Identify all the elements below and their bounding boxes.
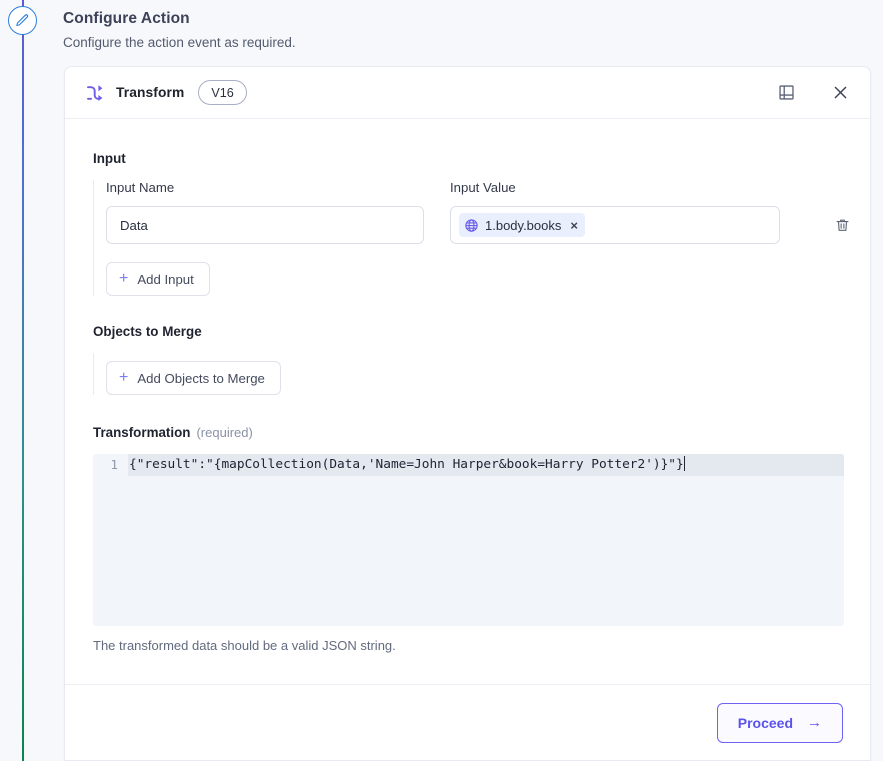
close-icon[interactable] <box>828 81 852 105</box>
card-header: Transform V16 <box>65 67 870 119</box>
add-objects-to-merge-label: Add Objects to Merge <box>137 370 265 386</box>
value-token-label: 1.body.books <box>485 217 562 233</box>
merge-section-title: Objects to Merge <box>93 324 202 339</box>
code-line-number: 1 <box>110 457 118 472</box>
screen-root: Configure Action Configure the action ev… <box>0 0 883 761</box>
code-text: {"result":"{mapCollection(Data,'Name=Joh… <box>129 457 684 472</box>
plus-icon: + <box>119 270 129 287</box>
proceed-label: Proceed <box>737 714 793 731</box>
trash-icon[interactable] <box>834 214 851 236</box>
text-caret <box>683 456 685 471</box>
transformation-required-note: (required) <box>196 425 253 440</box>
proceed-button[interactable]: Proceed → <box>716 702 843 743</box>
transformation-helper-text: The transformed data should be a valid J… <box>93 638 396 653</box>
book-icon[interactable] <box>774 81 798 105</box>
arrow-right-icon: → <box>807 714 822 731</box>
input-section-title: Input <box>93 151 126 166</box>
merge-section-body: + Add Objects to Merge <box>93 353 842 395</box>
globe-icon <box>464 218 479 233</box>
input-section-body: Input Name Data Input Value 1.body.books… <box>93 180 849 296</box>
input-name-field[interactable]: Data <box>106 206 424 244</box>
input-value-field[interactable]: 1.body.books × <box>450 206 780 244</box>
transformation-section-title: Transformation (required) <box>93 425 842 440</box>
input-row: Input Name Data Input Value 1.body.books… <box>106 180 849 244</box>
input-value-field-group: Input Value 1.body.books × <box>450 180 780 244</box>
page-header: Configure Action Configure the action ev… <box>63 8 663 52</box>
step-rail <box>0 0 46 761</box>
value-token-remove-icon[interactable]: × <box>570 219 578 232</box>
code-line: 1 {"result":"{mapCollection(Data,'Name=J… <box>93 454 844 476</box>
step-node-edit[interactable] <box>8 6 37 35</box>
card-header-actions <box>774 81 852 105</box>
card-footer: Proceed → <box>65 684 870 760</box>
transform-title: Transform <box>116 85 185 100</box>
input-value-label: Input Value <box>450 180 516 195</box>
add-input-label: Add Input <box>137 271 194 287</box>
input-name-label: Input Name <box>106 180 175 195</box>
page-title: Configure Action <box>63 10 190 27</box>
page-subtitle: Configure the action event as required. <box>63 35 296 50</box>
add-input-button[interactable]: + Add Input <box>106 262 210 296</box>
add-objects-to-merge-button[interactable]: + Add Objects to Merge <box>106 361 281 395</box>
transform-icon <box>85 83 105 103</box>
configure-action-card: Transform V16 Input Input Name Data Inpu… <box>64 66 871 761</box>
transformation-label: Transformation <box>93 425 191 440</box>
card-body: Input Input Name Data Input Value 1.body… <box>65 119 870 731</box>
rail-gradient-line <box>22 0 24 761</box>
input-name-field-group: Input Name Data <box>106 180 424 244</box>
pencil-icon <box>15 13 30 28</box>
code-line-content[interactable]: {"result":"{mapCollection(Data,'Name=Joh… <box>128 454 844 476</box>
plus-icon: + <box>119 369 129 386</box>
value-token[interactable]: 1.body.books × <box>459 213 585 237</box>
version-badge[interactable]: V16 <box>198 80 247 105</box>
transformation-code-editor[interactable]: 1 {"result":"{mapCollection(Data,'Name=J… <box>93 454 844 626</box>
